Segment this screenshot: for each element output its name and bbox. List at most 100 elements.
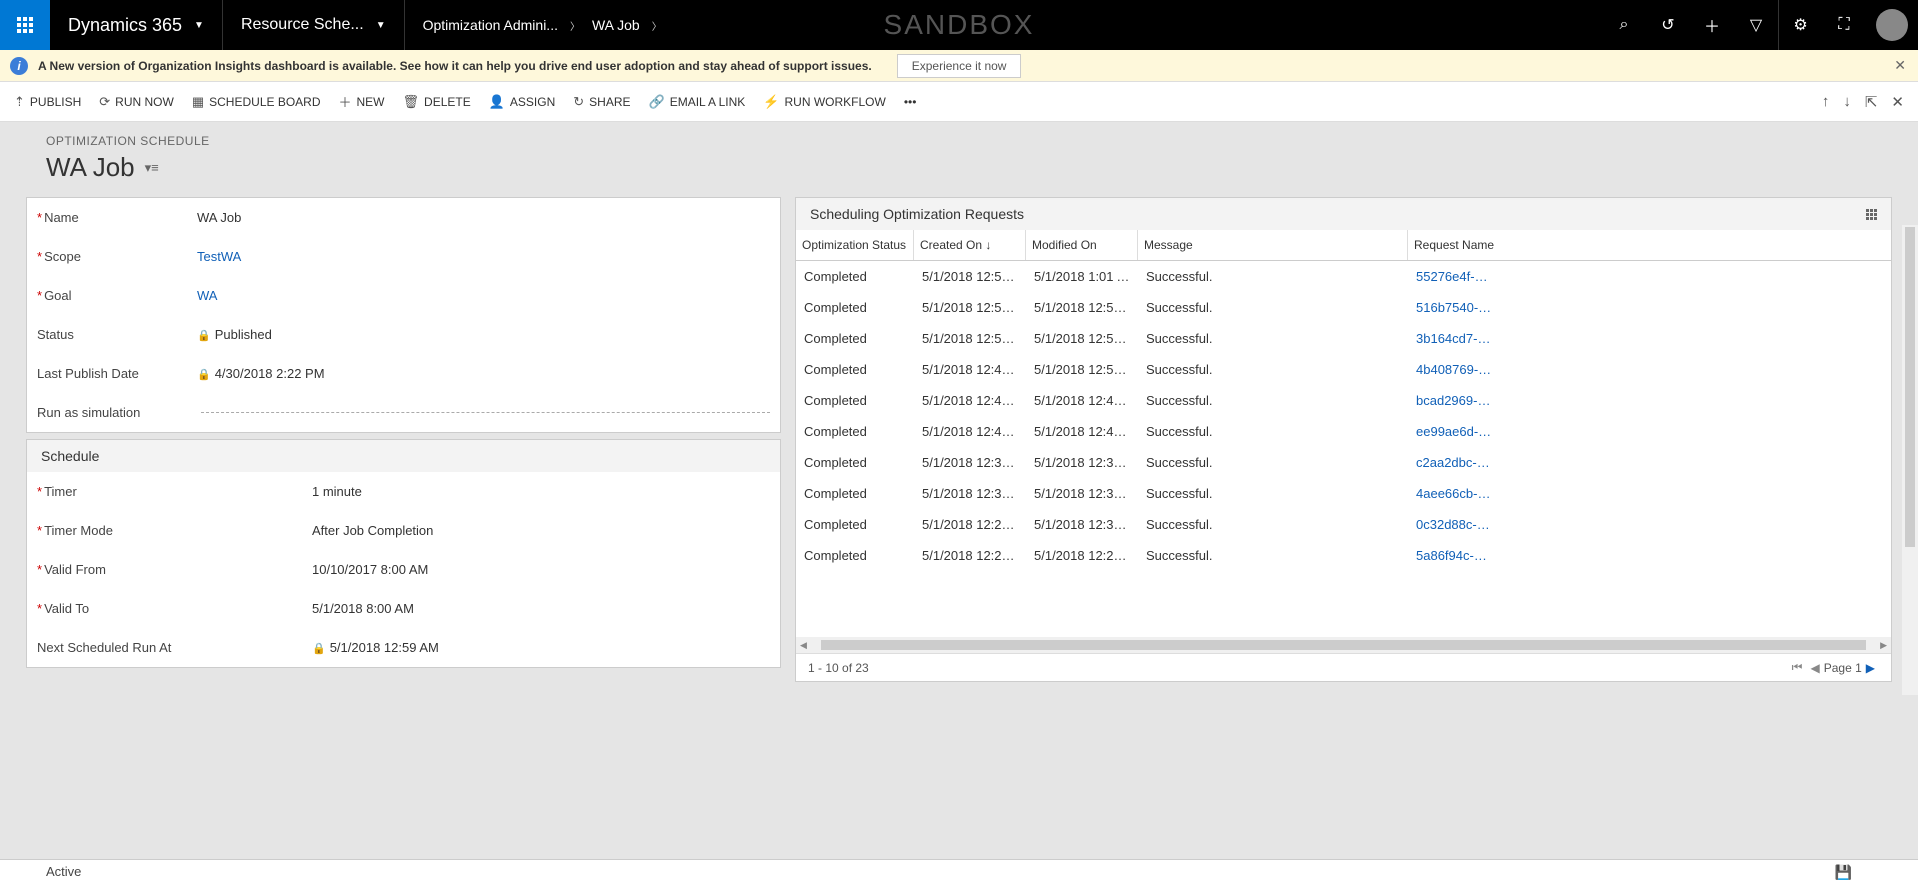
run-workflow-button[interactable]: ⚡RUN WORKFLOW — [763, 94, 886, 110]
cell-created: 5/1/2018 12:36 ... — [914, 455, 1026, 470]
area-label: Resource Sche... — [241, 16, 364, 34]
schedule-panel: Schedule *Timer 1 minute *Timer Mode Aft… — [26, 439, 781, 668]
table-row[interactable]: Completed5/1/2018 12:55 ...5/1/2018 12:5… — [796, 292, 1891, 323]
app-launcher-button[interactable] — [0, 0, 50, 50]
user-avatar[interactable] — [1876, 9, 1908, 41]
close-button[interactable]: ✕ — [1891, 93, 1904, 111]
pager-next-button[interactable]: ▶ — [1866, 661, 1875, 675]
cell-request-link[interactable]: 5a86f94c-4d13- — [1408, 548, 1502, 563]
table-row[interactable]: Completed5/1/2018 12:36 ...5/1/2018 12:3… — [796, 447, 1891, 478]
recent-button[interactable]: ↺ — [1646, 0, 1690, 50]
scroll-thumb[interactable] — [1905, 227, 1915, 547]
cell-modified: 5/1/2018 12:50 ... — [1026, 362, 1138, 377]
cell-status: Completed — [796, 393, 914, 408]
table-row[interactable]: Completed5/1/2018 12:46 ...5/1/2018 12:5… — [796, 354, 1891, 385]
col-status-header[interactable]: Optimization Status — [796, 230, 914, 260]
cell-status: Completed — [796, 269, 914, 284]
cell-message: Successful. — [1138, 331, 1408, 346]
assign-button[interactable]: 👤ASSIGN — [489, 94, 556, 110]
pager-first-button[interactable]: ⏮ — [1792, 660, 1803, 675]
top-nav: Dynamics 365 ▼ Resource Sche... ▼ Optimi… — [0, 0, 1918, 50]
email-link-button[interactable]: 🔗EMAIL A LINK — [649, 94, 746, 110]
popout-button[interactable]: ⇱ — [1865, 93, 1878, 111]
schedule-board-button[interactable]: ▦SCHEDULE BOARD — [192, 94, 321, 110]
col-created-header[interactable]: Created On ↓ — [914, 230, 1026, 260]
delete-button[interactable]: 🗑DELETE — [403, 94, 471, 110]
share-button[interactable]: ↻SHARE — [573, 94, 630, 110]
timer-mode-label: Timer Mode — [44, 523, 113, 538]
scroll-right-icon: ▶ — [1876, 640, 1891, 651]
grid-body: Completed5/1/2018 12:59 ...5/1/2018 1:01… — [796, 261, 1891, 637]
record-status-label: Active — [46, 864, 81, 881]
cell-created: 5/1/2018 12:33 ... — [914, 486, 1026, 501]
area-dropdown[interactable]: Resource Sche... ▼ — [223, 0, 405, 50]
table-row[interactable]: Completed5/1/2018 12:33 ...5/1/2018 12:3… — [796, 478, 1891, 509]
filter-button[interactable]: ▽ — [1734, 0, 1778, 50]
table-row[interactable]: Completed5/1/2018 12:40 ...5/1/2018 12:4… — [796, 416, 1891, 447]
cell-request-link[interactable]: 516b7540-ae63- — [1408, 300, 1502, 315]
app-name-dropdown[interactable]: Dynamics 365 ▼ — [50, 0, 223, 50]
cell-request-link[interactable]: ee99ae6d-a5d8- — [1408, 424, 1502, 439]
record-title-text: WA Job — [46, 152, 135, 183]
new-button[interactable]: ＋NEW — [339, 92, 385, 111]
up-button[interactable]: ↑ — [1822, 93, 1830, 110]
chevron-right-icon: 〉 — [652, 18, 662, 33]
new-button[interactable]: ＋ — [1690, 0, 1734, 50]
cell-request-link[interactable]: 3b164cd7-a12d- — [1408, 331, 1502, 346]
vertical-scrollbar[interactable] — [1902, 225, 1918, 695]
scope-link[interactable]: TestWA — [197, 249, 241, 264]
cell-request-link[interactable]: 55276e4f-d4fe-4 — [1408, 269, 1502, 284]
grid-view-icon[interactable] — [1866, 209, 1877, 220]
table-row[interactable]: Completed5/1/2018 12:28 ...5/1/2018 12:3… — [796, 509, 1891, 540]
goal-link[interactable]: WA — [197, 288, 217, 303]
timer-field[interactable]: 1 minute — [312, 484, 362, 499]
table-row[interactable]: Completed5/1/2018 12:25 ...5/1/2018 12:2… — [796, 540, 1891, 571]
lock-icon: 🔒 — [312, 643, 326, 655]
cell-request-link[interactable]: 4b408769-cb25- — [1408, 362, 1502, 377]
col-request-header[interactable]: Request Name — [1408, 230, 1502, 260]
scroll-thumb[interactable] — [821, 640, 1866, 650]
cell-created: 5/1/2018 12:43 ... — [914, 393, 1026, 408]
cmd-label: EMAIL A LINK — [670, 95, 746, 109]
cell-request-link[interactable]: 0c32d88c-922d- — [1408, 517, 1502, 532]
cell-status: Completed — [796, 486, 914, 501]
search-button[interactable]: ⌕ — [1602, 0, 1646, 50]
horizontal-scrollbar[interactable]: ◀ ▶ — [796, 637, 1891, 653]
table-row[interactable]: Completed5/1/2018 12:59 ...5/1/2018 1:01… — [796, 261, 1891, 292]
clock-icon: ↺ — [1661, 15, 1674, 35]
col-modified-header[interactable]: Modified On — [1026, 230, 1138, 260]
record-dropdown-button[interactable]: ▾≡ — [145, 160, 159, 176]
name-field[interactable]: WA Job — [197, 210, 241, 225]
cell-request-link[interactable]: 4aee66cb-a65e- — [1408, 486, 1502, 501]
breadcrumb-item[interactable]: Optimization Admini... — [423, 17, 558, 33]
cell-modified: 5/1/2018 12:27 ... — [1026, 548, 1138, 563]
requests-grid-panel: Scheduling Optimization Requests Optimiz… — [795, 197, 1892, 682]
breadcrumb-item[interactable]: WA Job — [592, 17, 640, 33]
notification-close-button[interactable]: ✕ — [1894, 57, 1906, 74]
table-row[interactable]: Completed5/1/2018 12:43 ...5/1/2018 12:4… — [796, 385, 1891, 416]
save-button[interactable]: 💾 — [1835, 864, 1852, 881]
publish-button[interactable]: ⇡PUBLISH — [14, 94, 81, 110]
valid-from-field[interactable]: 10/10/2017 8:00 AM — [312, 562, 428, 577]
timer-mode-field[interactable]: After Job Completion — [312, 523, 433, 538]
schedule-panel-header: Schedule — [27, 440, 780, 472]
run-sim-field[interactable] — [201, 412, 770, 413]
cell-request-link[interactable]: c2aa2dbc-ebfd- — [1408, 455, 1502, 470]
run-now-button[interactable]: ⟳RUN NOW — [99, 94, 174, 110]
cell-modified: 5/1/2018 12:32 ... — [1026, 517, 1138, 532]
help-button[interactable]: ⛶ — [1822, 0, 1866, 50]
cell-request-link[interactable]: bcad2969-e1ba- — [1408, 393, 1502, 408]
record-title: WA Job ▾≡ — [46, 152, 1872, 183]
down-button[interactable]: ↓ — [1843, 93, 1851, 110]
overflow-button[interactable]: ••• — [904, 95, 917, 109]
table-row[interactable]: Completed5/1/2018 12:51 ...5/1/2018 12:5… — [796, 323, 1891, 354]
cell-created: 5/1/2018 12:46 ... — [914, 362, 1026, 377]
settings-button[interactable]: ⚙ — [1778, 0, 1822, 50]
pager-prev-button[interactable]: ◀ — [1810, 661, 1819, 675]
col-message-header[interactable]: Message — [1138, 230, 1408, 260]
valid-to-field[interactable]: 5/1/2018 8:00 AM — [312, 601, 414, 616]
chevron-down-icon: ▼ — [376, 20, 386, 31]
experience-button[interactable]: Experience it now — [897, 54, 1022, 78]
notification-bar: i A New version of Organization Insights… — [0, 50, 1918, 82]
grid-column-headers: Optimization Status Created On ↓ Modifie… — [796, 230, 1891, 261]
